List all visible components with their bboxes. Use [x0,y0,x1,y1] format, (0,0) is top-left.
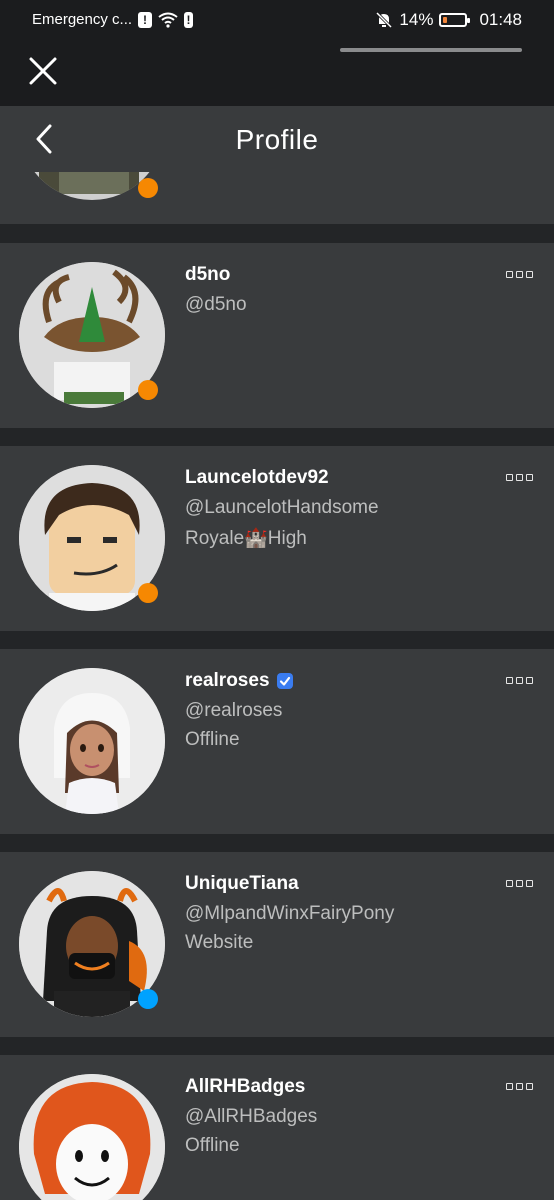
presence-status: Royale🏰High [185,528,307,549]
status-dot-ingame [138,178,158,198]
profile-name[interactable]: UniqueTiana [185,873,299,895]
presence-status: Offline [185,1135,240,1156]
page-header: Profile [0,106,554,172]
drag-handle[interactable] [340,48,522,52]
alert-icon: ! [138,11,153,28]
close-icon[interactable] [26,54,60,88]
username: @AllRHBadges [185,1106,318,1127]
clock: 01:48 [479,10,522,29]
profile-card[interactable]: realroses @realroses Offline [0,649,554,834]
battery-percent: 14% [399,10,434,29]
top-bar [0,40,554,106]
display-name[interactable]: d5no [185,264,230,286]
more-options-button[interactable] [506,880,536,890]
presence-status: Offline [185,729,240,750]
more-options-button[interactable] [506,271,536,281]
display-name[interactable]: realroses [185,670,270,692]
avatar [19,668,165,814]
avatar [19,1074,165,1200]
status-dot-online [138,989,158,1009]
username: @realroses [185,700,283,721]
username: @MlpandWinxFairyPony [185,903,395,924]
profile-name[interactable]: d5no [185,264,230,286]
wifi-icon [158,12,178,28]
profile-card[interactable]: d5no @d5no [0,243,554,428]
profile-name[interactable]: AllRHBadges [185,1076,305,1098]
profile-card[interactable]: AllRHBadges @AllRHBadges Offline [0,1055,554,1200]
profile-card[interactable]: UniqueTiana @MlpandWinxFairyPony Website [0,852,554,1037]
display-name[interactable]: Launcelotdev92 [185,467,329,489]
status-dot-ingame [138,583,158,603]
display-name[interactable]: AllRHBadges [185,1076,305,1098]
more-options-button[interactable] [506,1083,536,1093]
display-name[interactable]: UniqueTiana [185,873,299,895]
more-options-button[interactable] [506,677,536,687]
alert-icon: ! [184,11,194,28]
profile-name[interactable]: Launcelotdev92 [185,467,329,489]
username: @d5no [185,294,247,315]
username: @LauncelotHandsome [185,497,379,518]
carrier-label: Emergency c... [32,11,133,28]
status-bar: Emergency c... ! ! 14% 01:48 [0,0,554,40]
bell-muted-icon [376,11,393,29]
more-options-button[interactable] [506,474,536,484]
status-dot-ingame [138,380,158,400]
profile-card[interactable]: Launcelotdev92 @LauncelotHandsome Royale… [0,446,554,631]
battery-icon [439,13,471,27]
profile-card-partial[interactable] [0,172,554,224]
verified-badge-icon [276,673,293,689]
page-title: Profile [235,124,319,155]
profile-name[interactable]: realroses [185,670,294,692]
presence-status: Website [185,932,254,953]
